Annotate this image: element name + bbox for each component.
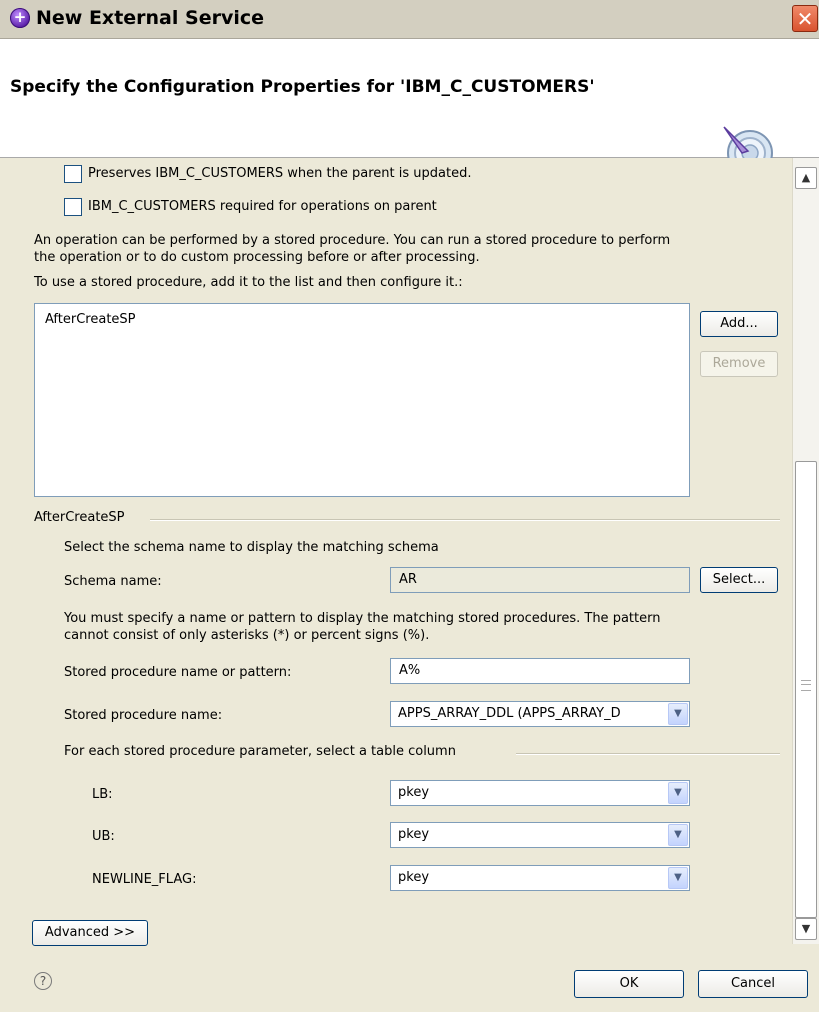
- param-value-ub: pkey: [398, 827, 430, 842]
- sp-name-label: Stored procedure name:: [64, 708, 223, 723]
- group-divider: [150, 519, 780, 521]
- grip-icon: [801, 680, 811, 691]
- window-title: New External Service: [36, 7, 264, 29]
- param-value-newline-flag: pkey: [398, 870, 430, 885]
- param-combo-lb[interactable]: pkey ▼: [390, 780, 690, 806]
- wizard-banner: Specify the Configuration Properties for…: [0, 39, 819, 176]
- schema-name-field: AR: [390, 567, 690, 593]
- remove-button[interactable]: Remove: [700, 351, 778, 377]
- preserves-checkbox-label: Preserves IBM_C_CUSTOMERS when the paren…: [88, 166, 472, 181]
- param-label-newline-flag: NEWLINE_FLAG:: [92, 872, 197, 887]
- chevron-down-icon[interactable]: ▼: [668, 824, 688, 846]
- close-button[interactable]: ✕: [792, 5, 818, 32]
- schema-hint: Select the schema name to display the ma…: [64, 540, 439, 555]
- param-group-title: For each stored procedure parameter, sel…: [64, 744, 456, 759]
- title-bar: New External Service ✕: [0, 0, 819, 39]
- pattern-input[interactable]: A%: [390, 658, 690, 684]
- param-divider: [516, 753, 780, 755]
- chevron-down-icon[interactable]: ▼: [668, 782, 688, 804]
- param-combo-newline-flag[interactable]: pkey ▼: [390, 865, 690, 891]
- new-external-service-dialog: New External Service ✕ Specify the Confi…: [0, 0, 819, 1012]
- required-checkbox-label: IBM_C_CUSTOMERS required for operations …: [88, 199, 437, 214]
- sp-description-line2: the operation or to do custom processing…: [34, 250, 480, 265]
- param-label-ub: UB:: [92, 829, 115, 844]
- select-button[interactable]: Select...: [700, 567, 778, 593]
- pattern-label: Stored procedure name or pattern:: [64, 665, 292, 680]
- scroll-up-button[interactable]: ▲: [795, 167, 817, 189]
- sp-list-label: To use a stored procedure, add it to the…: [34, 275, 463, 290]
- pattern-hint-line1: You must specify a name or pattern to di…: [64, 611, 661, 626]
- param-label-lb: LB:: [92, 787, 113, 802]
- content-panel: Preserves IBM_C_CUSTOMERS when the paren…: [0, 158, 792, 958]
- add-button[interactable]: Add...: [700, 311, 778, 337]
- param-value-lb: pkey: [398, 785, 430, 800]
- sp-name-value: APPS_ARRAY_DDL (APPS_ARRAY_D: [398, 706, 621, 721]
- page-title: Specify the Configuration Properties for…: [10, 77, 595, 97]
- param-combo-ub[interactable]: pkey ▼: [390, 822, 690, 848]
- pattern-hint-line2: cannot consist of only asterisks (*) or …: [64, 628, 430, 643]
- ok-button[interactable]: OK: [574, 970, 684, 998]
- cancel-button[interactable]: Cancel: [698, 970, 808, 998]
- sp-name-combo[interactable]: APPS_ARRAY_DDL (APPS_ARRAY_D ▼: [390, 701, 690, 727]
- preserves-checkbox[interactable]: [64, 165, 82, 183]
- chevron-down-icon[interactable]: ▼: [668, 703, 688, 725]
- list-item[interactable]: AfterCreateSP: [45, 312, 136, 327]
- dialog-footer: OK Cancel: [0, 958, 819, 1012]
- required-checkbox[interactable]: [64, 198, 82, 216]
- scroll-down-button[interactable]: ▼: [795, 918, 817, 940]
- group-title: AfterCreateSP: [34, 510, 125, 525]
- chevron-down-icon[interactable]: ▼: [668, 867, 688, 889]
- advanced-button[interactable]: Advanced >>: [32, 920, 148, 946]
- scrollbar-thumb[interactable]: [795, 461, 817, 918]
- app-icon: [10, 7, 30, 28]
- help-icon[interactable]: ?: [34, 972, 52, 990]
- sp-description-line1: An operation can be performed by a store…: [34, 233, 671, 248]
- schema-name-label: Schema name:: [64, 574, 162, 589]
- stored-procedure-list[interactable]: AfterCreateSP: [34, 303, 690, 497]
- vertical-scrollbar[interactable]: ▲ ▼: [792, 158, 819, 944]
